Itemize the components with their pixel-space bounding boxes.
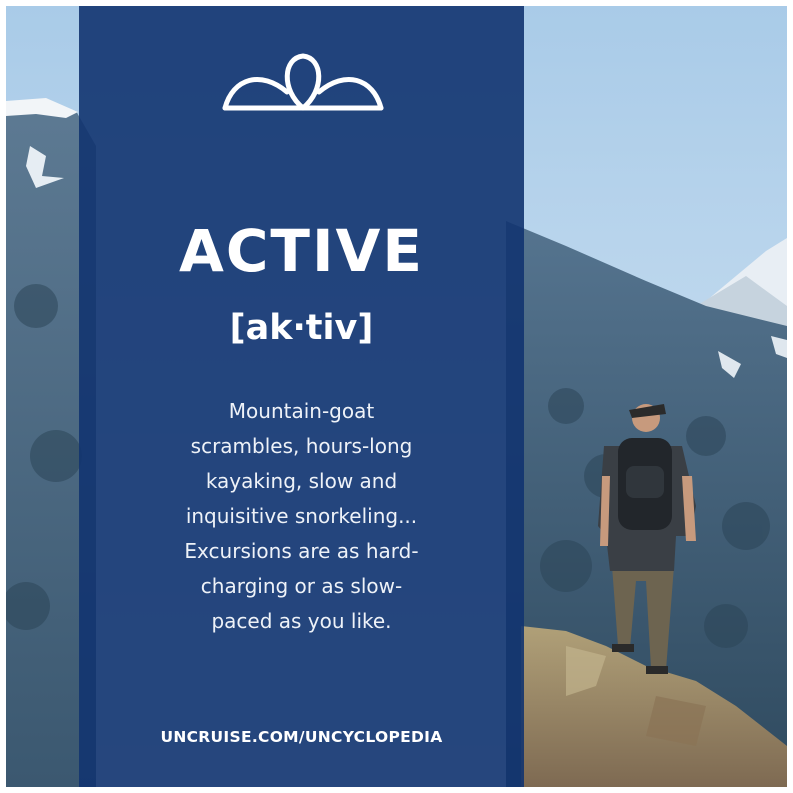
website-url: UNCRUISE.COM/UNCYCLOPEDIA xyxy=(160,728,443,746)
definition-line: kayaking, slow and xyxy=(205,469,398,493)
definition-line: Excursions are as hard- xyxy=(184,539,419,563)
pronunciation: [ak·tiv] xyxy=(229,308,374,348)
headword-title: ACTIVE xyxy=(178,217,425,285)
definition-line: inquisitive snorkeling... xyxy=(185,504,418,528)
definition-text: Mountain-goat scrambles, hours-long kaya… xyxy=(135,394,468,639)
uncruise-logo-icon xyxy=(222,53,384,111)
definition-line: paced as you like. xyxy=(211,609,392,633)
definition-line: Mountain-goat xyxy=(228,399,375,423)
definition-panel: ACTIVE [ak·tiv] Mountain-goat scrambles,… xyxy=(79,6,524,787)
definition-line: scrambles, hours-long xyxy=(190,434,413,458)
definition-line: charging or as slow- xyxy=(200,574,403,598)
photo-frame: ACTIVE [ak·tiv] Mountain-goat scrambles,… xyxy=(6,6,787,787)
